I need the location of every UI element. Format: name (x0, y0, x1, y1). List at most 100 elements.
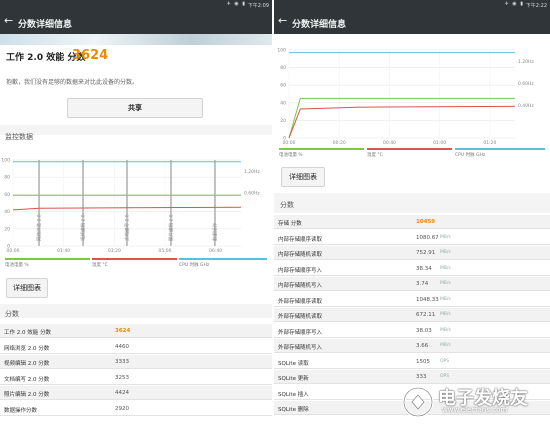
row-unit: MB/s (440, 265, 451, 271)
y-tick-label: 100 (1, 158, 10, 164)
row-unit: MB/s (440, 296, 451, 302)
x-tick-label: 00:00 (7, 248, 20, 254)
legend-temp-bar (92, 258, 177, 260)
row-unit: MB/s (440, 312, 451, 317)
x-tick-label: 01:00 (433, 140, 446, 146)
system-icons: ✈ ◉ ▮ (504, 1, 524, 7)
phase-label: 文档编写 2.0 (124, 214, 131, 241)
y-right-tick-label: 0.60Hz (518, 81, 534, 87)
monitor-chart-svg: 1008060402001.20Hz0.60Hz00:00 01:40 03:20 0… (1, 158, 260, 255)
legend-battery-bar (279, 148, 364, 150)
row-label: 网络浏览 2.0 分数 (4, 345, 50, 352)
row-value: 752.91 (416, 250, 436, 256)
row-label: 文档编写 2.0 分数 (4, 376, 50, 383)
detail-chart-button[interactable]: 详细图表 (6, 278, 48, 298)
page-title: 分数详细信息 (292, 20, 347, 30)
table-row: 工作 2.0 效能 分数 3624 (0, 324, 272, 338)
row-label: 外部存储顺序写入 (278, 329, 323, 336)
row-label: SQLite 读取 (278, 360, 309, 367)
phase-label: 照片编辑 2.0 (167, 214, 174, 241)
row-unit: MB/s (440, 281, 451, 286)
table-row: 网络浏览 2.0 分数 4460 (0, 340, 272, 354)
table-row: 存储 分数 10459 (274, 215, 550, 229)
row-value: 3253 (115, 374, 129, 381)
row-unit: MB/s (440, 343, 451, 348)
table-row: 外部存储随机读取 672.11 MB/s (274, 308, 550, 322)
row-value: 672.11 (416, 312, 436, 318)
table-row: 文档编写 2.0 分数 3253 (0, 371, 272, 385)
y-tick-label: 80 (4, 175, 10, 181)
status-bar: ✈ ◉ ▮ 下午2:22 (274, 0, 550, 10)
table-row: 内部存储随机读取 752.91 MB/s (274, 246, 550, 260)
row-label: SQLite 插入 (278, 391, 309, 398)
back-arrow-icon[interactable]: ← (278, 15, 287, 27)
y-tick-label: 100 (277, 48, 286, 54)
row-value: 38.03 (416, 327, 432, 334)
legend-cpu: CPU 时脉 GHz (179, 263, 210, 268)
row-unit: MB/s (440, 250, 451, 255)
watermark-logo-icon (402, 386, 434, 418)
row-label: SQLite 删除 (278, 407, 309, 413)
hero-banner (0, 34, 272, 45)
y-right-tick-label: 0.60Hz (244, 190, 260, 196)
row-label: 内部存储顺序写入 (278, 267, 323, 274)
scores-header-bg (0, 304, 272, 318)
legend-cpu: CPU 时脉 GHz (455, 153, 486, 158)
x-tick-label: 05:00 (159, 248, 172, 254)
x-tick-label: 01:40 (57, 248, 70, 254)
row-label: 内部存储顺序读取 (278, 236, 323, 243)
row-label: 存储 分数 (278, 221, 302, 227)
legend-battery: 电池电量 % (279, 153, 303, 158)
legend-temp-bar (367, 148, 452, 150)
system-icons: ✈ ◉ ▮ (226, 1, 246, 7)
phase-label: 网络浏览 2.0 (36, 214, 43, 241)
x-tick-label: 00:40 (383, 140, 396, 146)
page-title: 分数详细信息 (18, 20, 73, 30)
row-value: 3333 (115, 359, 129, 365)
row-value: 1505 (416, 358, 430, 365)
row-value: 10459 (416, 219, 436, 225)
phase-label: 数据操作 (211, 223, 218, 241)
scores-header-bg (274, 193, 550, 213)
legend-battery: 电池电量 % (5, 263, 29, 268)
row-label: 数据操作分数 (4, 407, 38, 414)
row-value: 1080.67 (416, 234, 439, 241)
row-label: 外部存储顺序读取 (278, 298, 323, 305)
series-line-1 (288, 105, 516, 139)
y-right-tick-label: 1.20Hz (518, 59, 534, 65)
y-tick-label: 80 (280, 65, 286, 71)
watermark-url: www.elecfans.com (442, 406, 508, 414)
row-value: 2920 (115, 405, 129, 412)
phase-label: 视频编辑 2.0 (80, 214, 87, 241)
status-time: 下午2:22 (525, 3, 547, 9)
row-value: 38.34 (416, 265, 432, 272)
x-tick-label: 01:20 (483, 140, 496, 146)
right-screen: ✈ ◉ ▮ 下午2:22 ← 分数详细信息 100 80 60 40 20 0 1.20Hz… (274, 0, 550, 435)
scores-table: 工作 2.0 效能 分数 3624 网络浏览 2.0 分数 4460 视频编辑 2.0 … (0, 324, 272, 435)
app-bar: ← 分数详细信息 (274, 10, 550, 34)
x-tick-label: 00:00 (283, 140, 296, 146)
y-right-tick-label: 1.20Hz (244, 169, 260, 175)
row-label: 工作 2.0 效能 分数 (4, 330, 51, 336)
table-row: 内部存储随机写入 3.74 MB/s (274, 277, 550, 291)
back-arrow-icon[interactable]: ← (4, 15, 13, 27)
y-right-tick-label: 0.40Hz (518, 103, 534, 109)
section-gap (0, 125, 272, 135)
monitor-title: 监控数据 (5, 133, 33, 141)
legend-temp: 温度 °C (367, 153, 383, 158)
row-label: 视频编辑 2.0 分数 (4, 361, 50, 367)
table-row: 照片编辑 2.0 分数 4424 (0, 386, 272, 400)
status-bar: ✈ ◉ ▮ 下午2:09 (0, 0, 272, 10)
table-row: 外部存储顺序读取 1048.33 MB/s (274, 293, 550, 307)
share-button[interactable]: 共享 (67, 98, 203, 118)
row-unit: OPS (440, 358, 450, 364)
y-tick-label: 60 (280, 83, 286, 89)
monitor-chart: 100 80 60 40 20 0 1.20Hz 0.60Hz 0.40Hz 00:00 00:20… (274, 42, 550, 152)
scores-title: 分数 (280, 201, 294, 209)
series-line-0 (288, 97, 515, 139)
detail-chart-button[interactable]: 详细图表 (281, 167, 325, 187)
y-tick-label: 40 (280, 100, 286, 106)
legend-cpu-bar (179, 258, 267, 260)
monitor-chart: 100 80 60 40 20 0 1.20Hz 0.60Hz 00:00 01:40 03:20 0… (0, 145, 272, 267)
x-tick-label: 00:20 (333, 140, 346, 146)
